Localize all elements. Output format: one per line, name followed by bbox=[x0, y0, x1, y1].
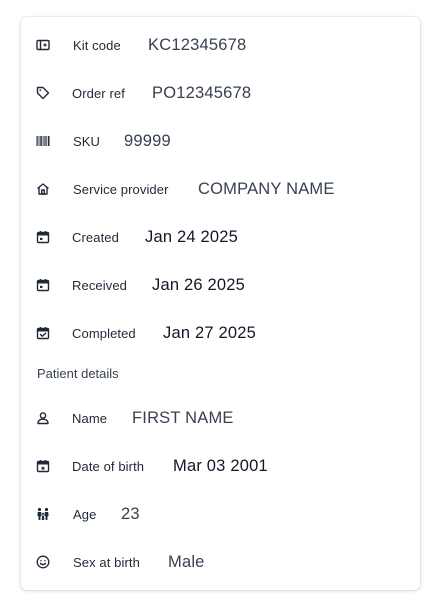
sex-value: Male bbox=[168, 552, 205, 571]
dob-row: Date of birth Mar 03 2001 bbox=[21, 454, 420, 478]
name-row: Name FIRST NAME bbox=[21, 406, 420, 430]
age-row: Age 23 bbox=[21, 502, 420, 526]
name-label: Name bbox=[72, 410, 108, 426]
user-icon bbox=[35, 410, 51, 426]
people-icon bbox=[35, 506, 51, 522]
sku-value: 99999 bbox=[124, 131, 171, 150]
sku-label: SKU bbox=[73, 133, 101, 149]
kit-code-label: Kit code bbox=[73, 37, 121, 53]
calendar-icon bbox=[35, 277, 51, 293]
order-ref-value: PO12345678 bbox=[152, 83, 252, 102]
received-row: Received Jan 26 2025 bbox=[21, 273, 420, 297]
dob-value: Mar 03 2001 bbox=[173, 456, 268, 475]
sex-row: Sex at birth Male bbox=[21, 550, 420, 574]
kit-code-row: Kit code KC12345678 bbox=[21, 33, 420, 57]
service-provider-label: Service provider bbox=[73, 181, 169, 197]
completed-row: Completed Jan 27 2025 bbox=[21, 321, 420, 345]
kit-details-card: Kit code KC12345678 Order ref PO12345678 bbox=[21, 17, 420, 590]
created-label: Created bbox=[72, 229, 119, 245]
order-ref-row: Order ref PO12345678 bbox=[21, 81, 420, 105]
tag-icon bbox=[35, 85, 51, 101]
age-value: 23 bbox=[121, 504, 140, 523]
calendar-icon bbox=[35, 229, 51, 245]
service-provider-row: Service provider COMPANY NAME bbox=[21, 177, 420, 201]
barcode-icon bbox=[35, 133, 51, 149]
name-value: FIRST NAME bbox=[132, 408, 234, 427]
kit-icon bbox=[35, 37, 51, 53]
smiley-icon bbox=[35, 554, 51, 570]
kit-code-value: KC12345678 bbox=[148, 35, 247, 54]
sku-row: SKU 99999 bbox=[21, 129, 420, 153]
created-value: Jan 24 2025 bbox=[145, 227, 239, 246]
completed-value: Jan 27 2025 bbox=[163, 323, 257, 342]
completed-label: Completed bbox=[72, 325, 136, 341]
created-row: Created Jan 24 2025 bbox=[21, 225, 420, 249]
service-provider-value: COMPANY NAME bbox=[198, 179, 335, 198]
received-value: Jan 26 2025 bbox=[152, 275, 246, 294]
order-ref-label: Order ref bbox=[72, 85, 125, 101]
patient-details-heading: Patient details bbox=[37, 366, 119, 381]
received-label: Received bbox=[72, 277, 127, 293]
sex-label: Sex at birth bbox=[73, 554, 140, 570]
calendar-star-icon bbox=[35, 458, 51, 474]
dob-label: Date of birth bbox=[72, 458, 145, 474]
home-icon bbox=[35, 181, 51, 197]
age-label: Age bbox=[73, 506, 97, 522]
calendar-check-icon bbox=[35, 325, 51, 341]
